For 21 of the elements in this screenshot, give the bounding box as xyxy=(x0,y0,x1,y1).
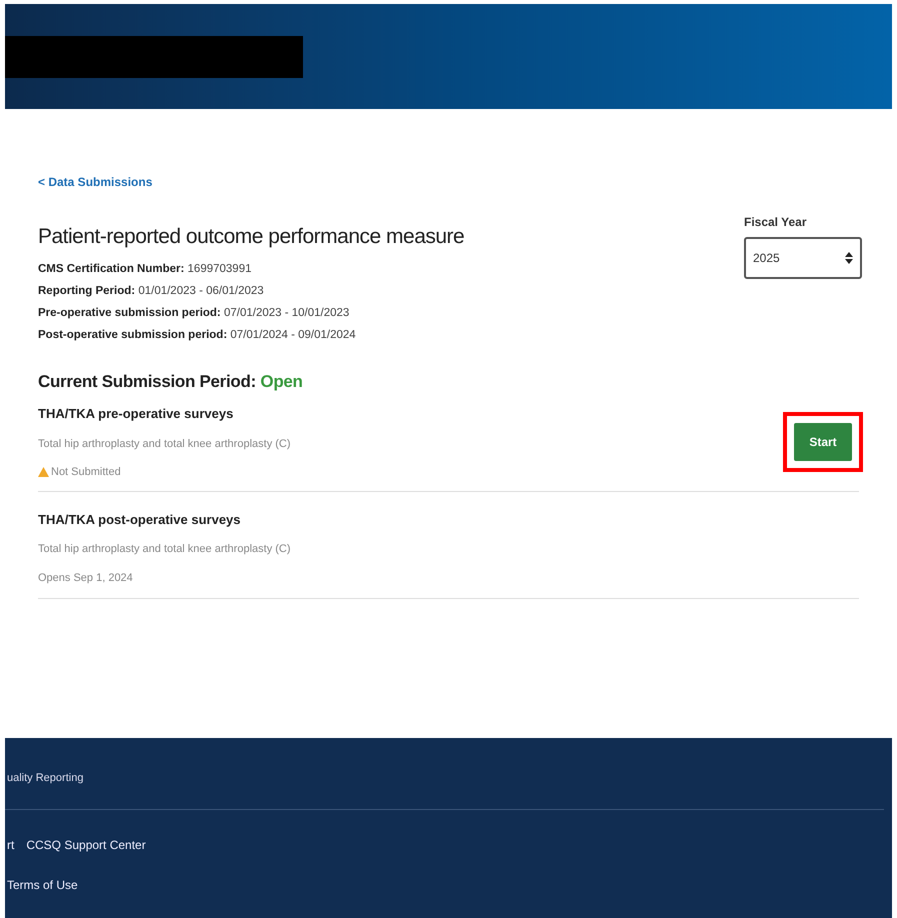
footer-link[interactable]: CCSQ Support Center xyxy=(26,836,146,854)
current-period: Current Submission Period: Open xyxy=(38,370,304,392)
detail-line: Pre-operative submission period: 07/01/2023 - 10/01/2023 xyxy=(38,306,350,321)
page-title: Patient-reported outcome performance measure xyxy=(38,224,464,250)
footer-link[interactable]: Terms of Use xyxy=(5,876,892,894)
survey-status: Opens Sep 1, 2024 xyxy=(38,570,133,586)
survey-title: THA/TKA post-operative surveys xyxy=(38,510,242,529)
sort-arrows-icon xyxy=(845,252,853,264)
detail-line: Post-operative submission period: 07/01/2024 - 09/01/2024 xyxy=(38,328,357,344)
survey-description: Total hip arthroplasty and total knee arthroplasty (C) xyxy=(38,436,291,452)
back-link[interactable]: < Data Submissions xyxy=(38,173,859,191)
detail-line: CMS Certification Number: 1699703991 xyxy=(38,262,252,276)
start-button[interactable]: Start xyxy=(794,423,852,462)
survey-description: Total hip arthroplasty and total knee arthroplasty (C) xyxy=(38,542,291,557)
field-label: Fiscal Year xyxy=(744,214,808,231)
survey-title: THA/TKA pre-operative surveys xyxy=(38,405,234,423)
footer-link[interactable]: rt xyxy=(7,836,14,854)
survey-status: Not Submitted xyxy=(51,465,121,480)
fiscal-year-select[interactable]: 2025 xyxy=(744,237,862,279)
detail-line: Reporting Period: 01/01/2023 - 06/01/2023 xyxy=(38,284,265,299)
footer-heading: uality Reporting xyxy=(6,771,84,786)
